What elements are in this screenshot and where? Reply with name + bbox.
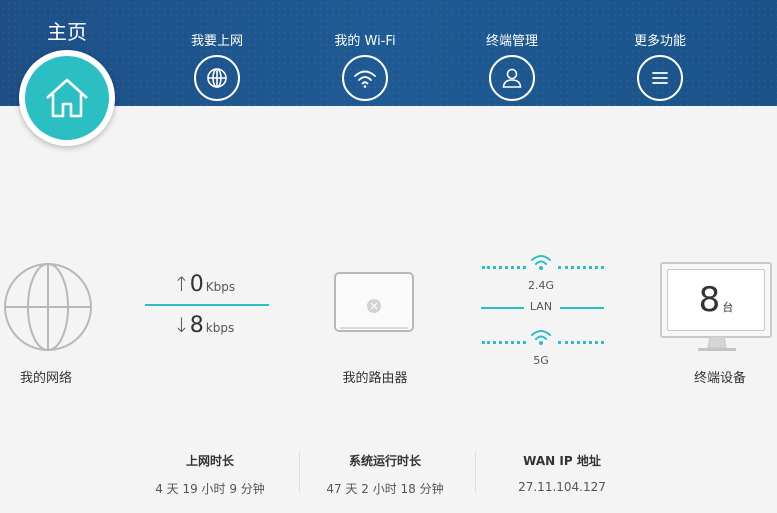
wifi-24g-icon (531, 255, 551, 270)
monitor-stand (698, 337, 736, 351)
wifi-icon[interactable] (342, 55, 388, 101)
devices-monitor-screen: 8 台 (667, 269, 765, 331)
menu-icon[interactable] (637, 55, 683, 101)
online-time-value: 4 天 19 小时 9 分钟 (155, 482, 265, 496)
home-button[interactable] (19, 50, 115, 146)
router-icon[interactable] (334, 272, 414, 336)
wan-ip-value: 27.11.104.127 (518, 480, 606, 494)
band-5g-line-left (482, 341, 526, 344)
home-label: 主页 (47, 20, 87, 44)
nav-more[interactable]: 更多功能 (600, 30, 720, 101)
router-label: 我的路由器 (342, 371, 408, 386)
nav-wifi-label: 我的 Wi-Fi (334, 34, 396, 49)
online-time-title: 上网时长 (185, 454, 234, 468)
download-unit: kbps (205, 321, 235, 335)
band-5g-label: 5G (533, 354, 549, 367)
user-icon[interactable] (489, 55, 535, 101)
band-24g-line-right (558, 266, 604, 269)
rate-divider (145, 304, 269, 306)
uptime-info: 系统运行时长 47 天 2 小时 18 分钟 (300, 452, 470, 497)
home-icon (46, 78, 88, 118)
nav-devices-label: 终端管理 (485, 34, 538, 49)
download-arrow-icon: ↓ (173, 313, 190, 337)
wan-ip-info: WAN IP 地址 27.11.104.127 (477, 452, 647, 494)
lan-line-right (560, 307, 604, 309)
band-5g-line-right (558, 341, 604, 344)
uptime-title: 系统运行时长 (348, 454, 421, 468)
lan-label: LAN (529, 300, 553, 313)
upload-value: 0 (189, 272, 204, 297)
network-globe-icon[interactable] (3, 262, 93, 352)
device-count-unit: 台 (722, 301, 734, 314)
nav-devices[interactable]: 终端管理 (452, 30, 572, 101)
upload-unit: Kbps (205, 280, 236, 294)
devices-monitor[interactable]: 8 台 (660, 262, 772, 338)
nav-internet-label: 我要上网 (190, 34, 243, 49)
wifi-5g-icon (531, 330, 551, 345)
nav-wifi[interactable]: 我的 Wi-Fi (305, 30, 425, 101)
download-value: 8 (189, 313, 204, 338)
globe-icon[interactable] (194, 55, 240, 101)
download-rate: ↓8 kbps (173, 313, 234, 338)
upload-arrow-icon: ↑ (173, 272, 190, 296)
band-24g-label: 2.4G (527, 279, 555, 292)
home-button-inner (25, 56, 109, 140)
band-24g-line-left (482, 266, 526, 269)
info-divider-2 (475, 452, 476, 492)
device-count: 8 (698, 280, 721, 320)
lan-line-left (481, 307, 524, 309)
wan-ip-title: WAN IP 地址 (523, 454, 601, 468)
nav-more-label: 更多功能 (633, 34, 686, 49)
uptime-value: 47 天 2 小时 18 分钟 (326, 482, 444, 496)
network-label: 我的网络 (19, 371, 72, 386)
devices-label: 终端设备 (693, 371, 746, 386)
upload-rate: ↑0 Kbps (173, 272, 235, 297)
online-time-info: 上网时长 4 天 19 小时 9 分钟 (125, 452, 295, 497)
nav-internet[interactable]: 我要上网 (157, 30, 277, 101)
header-bar: 主页 我要上网 我的 Wi-Fi 终端管理 更多功能 (0, 0, 777, 106)
